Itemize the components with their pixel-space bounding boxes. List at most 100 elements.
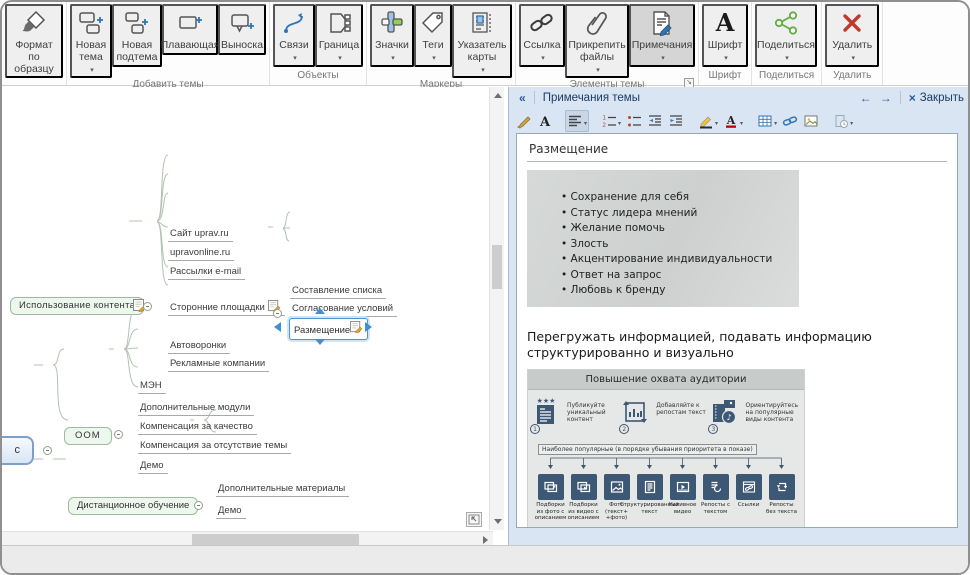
map-topic[interactable]: Сайт uprav.ru — [168, 228, 233, 242]
image-icon — [803, 113, 819, 129]
ribbon: Формат по образцу Новая тема Новая подте… — [2, 2, 968, 86]
collapse-toggle[interactable] — [194, 501, 203, 510]
notes-button[interactable]: Примечания — [629, 4, 695, 67]
infographic-tiles: Подборки из фото с описанием Подборки из… — [528, 474, 804, 522]
map-topic[interactable]: Согласование условий — [290, 303, 397, 317]
drag-handle-down-icon[interactable] — [315, 339, 325, 345]
dropdown-caret-icon — [617, 112, 621, 130]
map-central-topic[interactable]: с — [2, 436, 34, 465]
ribbon-group-markers: Значки Теги Указатель карты Маркеры — [367, 2, 516, 85]
map-topic[interactable]: Рекламные компании — [168, 358, 269, 372]
font-button[interactable]: A Шрифт — [702, 4, 748, 67]
map-topic-box[interactable]: ООМ — [64, 427, 112, 445]
group-name: Шрифт — [702, 69, 748, 85]
notes-toolbar: A 12 A — [509, 108, 968, 133]
notes-icon — [648, 9, 676, 37]
infographic-connector-lines — [528, 456, 806, 470]
align-button[interactable] — [565, 110, 589, 132]
dropdown-caret-icon — [583, 112, 587, 130]
repost-text-icon — [621, 396, 649, 428]
note-icon[interactable] — [350, 321, 363, 333]
status-bar — [2, 545, 968, 573]
forward-icon[interactable] — [876, 91, 896, 105]
dropdown-caret-icon — [722, 52, 728, 64]
history-icon — [833, 113, 849, 129]
format-brush-button[interactable] — [514, 111, 534, 131]
relationships-icon — [280, 9, 308, 37]
scroll-right-icon[interactable] — [483, 536, 488, 544]
map-topic[interactable]: Автоворонки — [168, 340, 230, 354]
highlight-button[interactable] — [696, 110, 720, 132]
scroll-up-icon[interactable] — [494, 93, 502, 98]
ribbon-group-font: A Шрифт Шрифт — [699, 2, 752, 85]
numbered-list-button[interactable]: 12 — [599, 110, 623, 132]
attach-files-button[interactable]: Прикрепить файлы — [565, 4, 629, 78]
map-topic[interactable]: Сторонние площадки — [168, 300, 285, 316]
table-button[interactable] — [755, 110, 779, 132]
new-topic-button[interactable]: Новая тема — [70, 4, 112, 78]
notes-editor[interactable]: Размещение Сохранение для себя Статус ли… — [516, 133, 958, 528]
horizontal-scroll-thumb[interactable] — [192, 534, 359, 545]
drag-handle-right-icon[interactable] — [365, 322, 372, 332]
link-button[interactable]: Ссылка — [519, 4, 565, 67]
outdent-button[interactable] — [645, 111, 665, 131]
bullet-list-button[interactable] — [624, 111, 644, 131]
separator — [900, 91, 901, 104]
font-color-button[interactable]: A — [721, 110, 745, 132]
collapse-toggle[interactable] — [43, 446, 52, 455]
map-canvas[interactable]: Использование контента Сайт uprav.ru upr… — [2, 87, 508, 547]
history-button[interactable] — [831, 110, 855, 132]
group-name: Объекты — [273, 69, 363, 85]
tags-button[interactable]: Теги — [414, 4, 452, 67]
callout-button[interactable]: Выноска — [218, 4, 266, 55]
drag-handle-left-icon[interactable] — [274, 322, 281, 332]
collapse-panel-icon[interactable] — [515, 91, 530, 105]
collapse-toggle[interactable] — [114, 430, 123, 439]
ribbon-group-add-topics: Новая тема Новая подтема Плавающая Вынос… — [67, 2, 270, 85]
close-panel-button[interactable]: Закрыть — [905, 91, 964, 105]
format-painter-button[interactable]: Формат по образцу — [5, 4, 63, 78]
note-image-infographic[interactable]: Повышение охвата аудитории ★★★1 Публикуй… — [527, 369, 805, 528]
map-topic-box[interactable]: Дистанционное обучение — [68, 497, 198, 515]
drag-handle-up-icon[interactable] — [315, 308, 325, 314]
map-topic[interactable]: Дополнительные материалы — [216, 483, 349, 497]
map-topic-selected[interactable]: Размещение — [289, 318, 368, 340]
bullet-list-icon — [626, 113, 642, 129]
delete-button[interactable]: Удалить — [825, 4, 879, 67]
font-dialog-button[interactable]: A — [535, 111, 555, 131]
new-subtopic-button[interactable]: Новая подтема — [112, 4, 162, 67]
insert-link-button[interactable] — [780, 111, 800, 131]
collapse-toggle[interactable] — [143, 302, 152, 311]
insert-image-button[interactable] — [801, 111, 821, 131]
map-topic[interactable]: Компенсация за отсутствие темы — [138, 440, 291, 454]
map-topic[interactable]: Рассылки e-mail — [168, 266, 245, 280]
map-topic[interactable]: Составление списка — [290, 285, 386, 299]
map-topic[interactable]: Дополнительные модули — [138, 402, 254, 416]
boundary-button[interactable]: Граница — [315, 4, 363, 67]
note-image-bullets[interactable]: Сохранение для себя Статус лидера мнений… — [527, 170, 799, 307]
icons-button[interactable]: Значки — [370, 4, 414, 67]
map-index-button[interactable]: Указатель карты — [452, 4, 512, 78]
vertical-scroll-thumb[interactable] — [492, 245, 502, 289]
popular-content-icon: ♪ — [710, 396, 738, 428]
map-topic[interactable]: МЭН — [138, 380, 166, 394]
map-topic[interactable]: Демо — [216, 505, 246, 519]
floating-topic-button[interactable]: Плавающая — [162, 4, 218, 55]
map-topic[interactable]: Компенсация за качество — [138, 421, 257, 435]
map-connection-lines — [2, 87, 508, 547]
map-topic-box[interactable]: Использование контента — [10, 297, 144, 315]
outdent-icon — [647, 113, 663, 129]
map-topic[interactable]: Демо — [138, 460, 168, 474]
indent-button[interactable] — [666, 111, 686, 131]
map-topic[interactable]: upravonline.ru — [168, 247, 234, 261]
fit-map-button[interactable] — [466, 512, 482, 527]
vertical-scrollbar[interactable] — [489, 87, 504, 530]
scroll-down-icon[interactable] — [494, 519, 502, 524]
new-subtopic-icon — [123, 9, 151, 37]
share-button[interactable]: Поделиться — [755, 4, 817, 67]
dropdown-caret-icon — [539, 52, 545, 64]
ribbon-group-topic-elements: Ссылка Прикрепить файлы Примечания Элеме… — [516, 2, 699, 85]
back-icon[interactable] — [856, 91, 876, 105]
relationships-button[interactable]: Связи — [273, 4, 315, 67]
collapse-toggle[interactable] — [273, 309, 282, 318]
